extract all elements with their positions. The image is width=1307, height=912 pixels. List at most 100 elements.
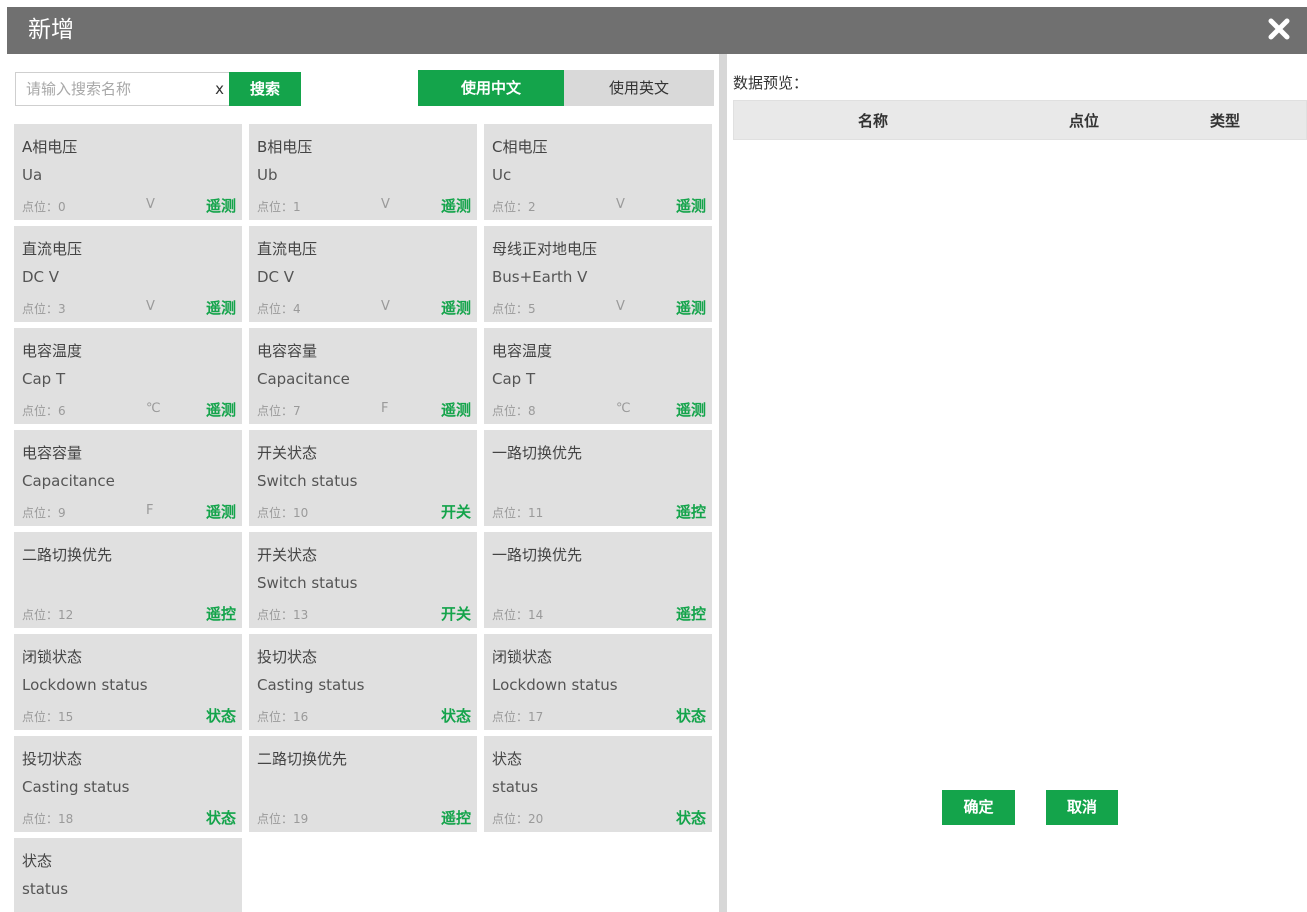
- point-name-en: status: [492, 778, 539, 796]
- point-card[interactable]: 开关状态 Switch status 点位：13 开关: [249, 532, 477, 628]
- point-name-en: DC V: [257, 268, 295, 286]
- point-unit: V: [381, 197, 390, 212]
- search-button[interactable]: 搜索: [229, 72, 301, 106]
- point-unit: V: [616, 197, 625, 212]
- point-card[interactable]: 直流电压 DC V 点位：3 V 遥测: [14, 226, 242, 322]
- point-name-en: Cap T: [22, 370, 66, 388]
- point-card[interactable]: 二路切换优先点位：19 遥控: [249, 736, 477, 832]
- panel-divider[interactable]: [719, 54, 727, 912]
- point-card[interactable]: A相电压 Ua 点位：0 V 遥测: [14, 124, 242, 220]
- point-name-zh: A相电压: [22, 138, 78, 156]
- point-name-zh: 二路切换优先: [22, 546, 113, 564]
- point-name-zh: 状态: [22, 852, 53, 870]
- point-index: 点位：5: [492, 302, 536, 316]
- point-type: 遥控: [440, 809, 471, 827]
- point-card[interactable]: 投切状态 Casting status 点位：16 状态: [249, 634, 477, 730]
- point-card[interactable]: 状态status点位：21状态: [14, 838, 242, 912]
- point-index: 点位：18: [22, 812, 74, 826]
- point-index: 点位：13: [257, 608, 309, 622]
- point-name-en: Capacitance: [257, 370, 350, 388]
- point-unit: V: [616, 299, 625, 314]
- point-type: 遥测: [205, 197, 236, 215]
- point-index: 点位：4: [257, 302, 301, 316]
- point-card[interactable]: B相电压 Ub 点位：1 V 遥测: [249, 124, 477, 220]
- point-card[interactable]: 直流电压 DC V 点位：4 V 遥测: [249, 226, 477, 322]
- point-name-en: Casting status: [257, 676, 365, 694]
- point-name-en: Ua: [22, 166, 43, 184]
- point-index: 点位：1: [257, 200, 301, 214]
- point-type: 状态: [205, 809, 236, 827]
- point-name-zh: 母线正对地电压: [492, 240, 598, 258]
- point-name-zh: 电容温度: [492, 342, 553, 360]
- point-type: 开关: [440, 503, 471, 521]
- point-card[interactable]: 闭锁状态 Lockdown status 点位：17 状态: [484, 634, 712, 730]
- point-name-en: DC V: [22, 268, 60, 286]
- point-card[interactable]: 电容温度 Cap T 点位：6 ℃ 遥测: [14, 328, 242, 424]
- point-index: 点位：19: [257, 812, 309, 826]
- point-index: 点位：3: [22, 302, 66, 316]
- point-card[interactable]: C相电压 Uc 点位：2 V 遥测: [484, 124, 712, 220]
- point-unit: F: [381, 401, 389, 416]
- point-card[interactable]: 闭锁状态 Lockdown status 点位：15 状态: [14, 634, 242, 730]
- point-index: 点位：12: [22, 608, 74, 622]
- point-unit: V: [146, 197, 155, 212]
- point-name-zh: 状态: [492, 750, 523, 768]
- point-unit: ℃: [146, 401, 161, 416]
- point-name-en: Capacitance: [22, 472, 115, 490]
- preview-label: 数据预览：: [733, 74, 809, 92]
- point-type: 状态: [205, 707, 236, 725]
- search-input[interactable]: [16, 73, 196, 105]
- point-index: 点位：0: [22, 200, 66, 214]
- point-index: 点位：11: [492, 506, 544, 520]
- language-toggle: 使用中文 使用英文: [418, 70, 714, 106]
- point-unit: ℃: [616, 401, 631, 416]
- point-card[interactable]: 投切状态 Casting status 点位：18 状态: [14, 736, 242, 832]
- point-card[interactable]: 一路切换优先点位：11 遥控: [484, 430, 712, 526]
- point-name-zh: 二路切换优先: [257, 750, 348, 768]
- close-icon[interactable]: [1267, 17, 1291, 41]
- point-card[interactable]: 电容温度 Cap T 点位：8 ℃ 遥测: [484, 328, 712, 424]
- point-name-en: Casting status: [22, 778, 130, 796]
- point-name-en: status: [22, 880, 69, 898]
- point-card[interactable]: 电容容量 Capacitance 点位：7 F 遥测: [249, 328, 477, 424]
- point-index: 点位：2: [492, 200, 536, 214]
- point-name-zh: 电容温度: [22, 342, 83, 360]
- point-unit: F: [146, 503, 154, 518]
- column-header-name: 名称: [858, 112, 889, 130]
- point-index: 点位：9: [22, 506, 66, 520]
- point-index: 点位：7: [257, 404, 301, 418]
- point-type: 遥测: [675, 401, 706, 419]
- point-name-zh: 一路切换优先: [492, 444, 583, 462]
- point-index: 点位：6: [22, 404, 66, 418]
- point-type: 遥测: [205, 401, 236, 419]
- search-box: x: [15, 72, 233, 106]
- point-index: 点位：10: [257, 506, 309, 520]
- point-card[interactable]: 电容容量 Capacitance 点位：9 F 遥测: [14, 430, 242, 526]
- point-type: 状态: [440, 707, 471, 725]
- point-type: 开关: [440, 605, 471, 623]
- point-type: 遥测: [440, 299, 471, 317]
- point-name-en: Switch status: [257, 574, 358, 592]
- point-type: 遥测: [205, 299, 236, 317]
- point-type: 遥控: [675, 503, 706, 521]
- cancel-button[interactable]: 取消: [1046, 790, 1118, 825]
- point-name-zh: 一路切换优先: [492, 546, 583, 564]
- clear-search-button[interactable]: x: [215, 80, 224, 98]
- point-type: 遥控: [205, 605, 236, 623]
- point-card[interactable]: 一路切换优先 点位：14 遥控: [484, 532, 712, 628]
- point-card[interactable]: 二路切换优先点位：12 遥控: [14, 532, 242, 628]
- point-card[interactable]: 母线正对地电压 Bus+Earth V 点位：5 V 遥测: [484, 226, 712, 322]
- point-card[interactable]: 状态 status 点位：20 状态: [484, 736, 712, 832]
- point-card[interactable]: 开关状态 Switch status 点位：10 开关: [249, 430, 477, 526]
- point-index: 点位：16: [257, 710, 309, 724]
- use-english-button[interactable]: 使用英文: [564, 70, 714, 106]
- point-type: 遥测: [205, 503, 236, 521]
- use-chinese-button[interactable]: 使用中文: [418, 70, 564, 106]
- point-name-zh: 电容容量: [22, 444, 83, 462]
- point-index: 点位：14: [492, 608, 544, 622]
- point-unit: V: [146, 299, 155, 314]
- confirm-button[interactable]: 确定: [942, 790, 1015, 825]
- column-header-point: 点位: [1069, 112, 1100, 130]
- point-index: 点位：20: [492, 812, 544, 826]
- point-unit: V: [381, 299, 390, 314]
